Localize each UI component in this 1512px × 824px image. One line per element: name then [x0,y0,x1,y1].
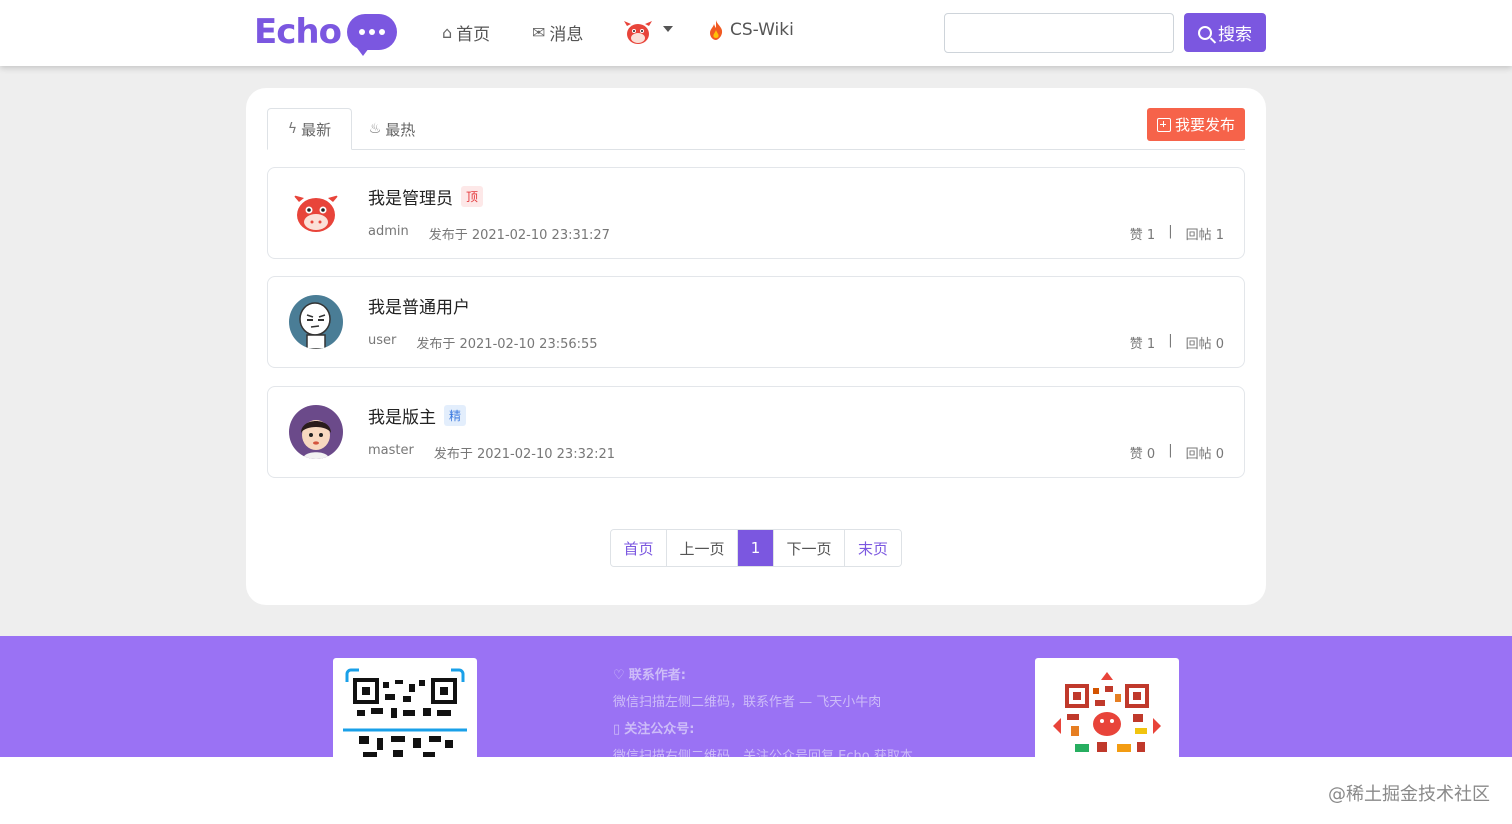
book-icon: ▯ [613,722,621,737]
post-item[interactable]: 我是普通用户 user 发布于 2021-02-10 23:56:55 赞 1 … [267,276,1245,368]
page-next-button[interactable]: 下一页 [774,530,845,566]
post-stats: 赞 1 | 回帖 1 [1130,224,1224,243]
post-meta: master 发布于 2021-02-10 23:32:21 [368,443,615,462]
post-title-row: 我是普通用户 [368,293,470,318]
thumbs-up-icon: ♨ [368,121,382,137]
nav-wiki-label: CS-Wiki [730,20,794,40]
pagination: 首页 上一页 1 下一页 末页 [610,529,902,567]
top-navbar: Echo ⌂ 首页 ✉ 消息 CS-Wiki 搜索 [0,0,1512,66]
post-title-row: 我是版主 精 [368,403,467,428]
post-author: master [368,443,414,458]
contact-heading-row: ♡ 联系作者: [613,662,913,689]
official-account-qr-code [1035,658,1179,757]
account-heading-row: ▯ 关注公众号: [613,716,913,743]
post-title-link[interactable]: 我是版主 [368,403,436,428]
like-count: 赞 1 [1129,228,1156,243]
footer-info: ♡ 联系作者: 微信扫描左侧二维码，联系作者 — 飞天小牛肉 ▯ 关注公众号: … [613,662,913,757]
contact-qr-code [333,658,477,757]
stats-divider: | [1168,224,1173,239]
logo-text: Echo [254,12,342,52]
nav-wiki-link[interactable]: CS-Wiki [708,20,794,40]
post-title-link[interactable]: 我是普通用户 [368,293,470,318]
fire-icon [710,20,723,40]
nav-messages-label: 消息 [549,25,584,45]
account-text: 微信扫描右侧二维码，关注公众号回复 Echo 获取本 [613,749,913,757]
reply-count: 回帖 0 [1185,447,1224,462]
post-stats: 赞 0 | 回帖 0 [1130,443,1224,462]
like-count: 赞 0 [1129,447,1156,462]
site-footer: ♡ 联系作者: 微信扫描左侧二维码，联系作者 — 飞天小牛肉 ▯ 关注公众号: … [0,636,1512,757]
page-prev-button[interactable]: 上一页 [667,530,738,566]
echo-logo[interactable]: Echo [254,12,397,56]
page-first-button[interactable]: 首页 [611,530,667,566]
avatar[interactable] [289,186,343,240]
tab-hottest[interactable]: ♨ 最热 [357,108,427,150]
search-button-label: 搜索 [1218,25,1252,45]
post-tabs: ϟ 最新 ♨ 最热 [267,108,1245,150]
post-author: admin [368,224,409,239]
contact-heading: 联系作者: [628,668,686,683]
post-meta: user 发布于 2021-02-10 23:56:55 [368,333,598,352]
nav-home-label: 首页 [456,25,491,45]
lightning-icon: ϟ [287,121,298,137]
search-button[interactable]: 搜索 [1184,13,1266,52]
reply-count: 回帖 1 [1185,228,1224,243]
tab-hottest-label: 最热 [385,120,416,139]
avatar[interactable] [289,295,343,349]
chat-bubble-icon [346,14,397,56]
search-icon [1198,25,1212,40]
home-icon: ⌂ [442,23,453,42]
post-item[interactable]: 我是管理员 顶 admin 发布于 2021-02-10 23:31:27 赞 … [267,167,1245,259]
stats-divider: | [1168,443,1173,458]
post-item[interactable]: 我是版主 精 master 发布于 2021-02-10 23:32:21 赞 … [267,386,1245,478]
envelope-icon: ✉ [532,23,546,42]
featured-badge: 精 [444,405,467,426]
post-title-row: 我是管理员 顶 [368,184,484,209]
post-date: 发布于 2021-02-10 23:31:27 [428,228,610,243]
user-avatar-icon [624,21,652,44]
post-stats: 赞 1 | 回帖 0 [1130,333,1224,352]
post-author: user [368,333,397,348]
page-last-button[interactable]: 末页 [845,530,901,566]
contact-text: 微信扫描左侧二维码，联系作者 — 飞天小牛肉 [613,695,882,710]
reply-count: 回帖 0 [1185,337,1224,352]
stats-divider: | [1168,333,1173,348]
tab-latest[interactable]: ϟ 最新 [267,108,352,150]
page-current-button[interactable]: 1 [738,530,774,566]
nav-messages-link[interactable]: ✉ 消息 [532,20,583,45]
tab-latest-label: 最新 [301,120,332,139]
page-bottom [0,757,1512,824]
search-input[interactable] [944,13,1174,53]
post-meta: admin 发布于 2021-02-10 23:31:27 [368,224,610,243]
publish-post-button[interactable]: 我要发布 [1147,108,1245,141]
plus-square-icon [1156,117,1171,132]
pinned-badge: 顶 [461,186,484,207]
post-title-link[interactable]: 我是管理员 [368,184,453,209]
user-menu-dropdown[interactable] [623,18,673,46]
avatar[interactable] [289,405,343,459]
like-count: 赞 1 [1129,337,1156,352]
post-date: 发布于 2021-02-10 23:32:21 [433,447,616,462]
post-list-card: ϟ 最新 ♨ 最热 我要发布 我是管理员 顶 admin 发布于 2021-02… [246,88,1266,605]
chevron-down-icon [663,26,673,32]
publish-button-label: 我要发布 [1174,116,1235,134]
post-date: 发布于 2021-02-10 23:56:55 [416,337,598,352]
nav-home-link[interactable]: ⌂ 首页 [442,20,490,45]
watermark: @稀土掘金技术社区 [1328,784,1490,805]
account-heading: 关注公众号: [624,722,695,737]
heart-icon: ♡ [613,668,625,683]
